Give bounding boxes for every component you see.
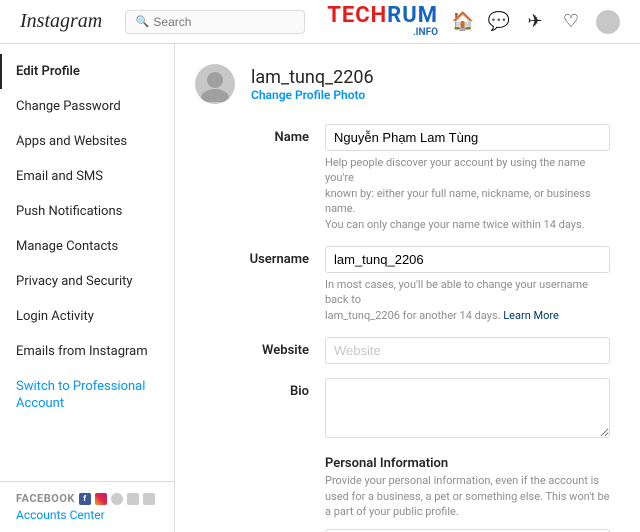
instagram-social-icon: [95, 493, 107, 505]
username-input[interactable]: [325, 246, 610, 273]
bio-input[interactable]: [325, 378, 610, 438]
personal-info-desc: Provide your personal information, even …: [325, 473, 610, 519]
change-photo-link[interactable]: Change Profile Photo: [251, 88, 374, 102]
personal-info-section: Personal Information Provide your person…: [195, 456, 610, 519]
accounts-center-link[interactable]: Accounts Center: [16, 508, 158, 522]
sidebar-item-emails-instagram[interactable]: Emails from Instagram: [0, 334, 174, 369]
bio-field-container: [325, 378, 610, 442]
techrum-brand: TECHRUM: [327, 5, 438, 27]
name-helper: Help people discover your account by usi…: [325, 155, 610, 232]
mail-social-icon: [143, 493, 155, 505]
name-label: Name: [195, 124, 325, 145]
compass-icon[interactable]: ✈: [524, 11, 546, 33]
username-label: Username: [195, 246, 325, 267]
search-bar[interactable]: 🔍: [125, 10, 305, 34]
sidebar: Edit Profile Change Password Apps and We…: [0, 44, 175, 532]
username-field-container: In most cases, you'll be able to change …: [325, 246, 610, 323]
techrum-info: .INFO: [327, 27, 438, 38]
profile-username: lam_tunq_2206: [251, 67, 374, 88]
sidebar-item-manage-contacts[interactable]: Manage Contacts: [0, 229, 174, 264]
content-area: lam_tunq_2206 Change Profile Photo Name …: [175, 44, 640, 532]
bio-label: Bio: [195, 378, 325, 399]
sidebar-item-email-sms[interactable]: Email and SMS: [0, 159, 174, 194]
header: Instagram 🔍 TECHRUM .INFO 🏠 💬 ✈ ♡: [0, 0, 640, 44]
username-row: Username In most cases, you'll be able t…: [195, 246, 610, 323]
facebook-section: FACEBOOK f Accounts Center: [0, 481, 174, 532]
search-input[interactable]: [153, 15, 293, 29]
name-field-container: Help people discover your account by usi…: [325, 124, 610, 232]
sidebar-item-login-activity[interactable]: Login Activity: [0, 299, 174, 334]
website-input[interactable]: [325, 337, 610, 364]
profile-header: lam_tunq_2206 Change Profile Photo: [195, 64, 610, 104]
sidebar-item-edit-profile[interactable]: Edit Profile: [0, 54, 174, 89]
main-layout: Edit Profile Change Password Apps and We…: [0, 44, 640, 532]
name-input[interactable]: [325, 124, 610, 151]
sidebar-item-push-notifications[interactable]: Push Notifications: [0, 194, 174, 229]
compass-social-icon: [111, 493, 123, 505]
avatar[interactable]: [195, 64, 235, 104]
sidebar-item-privacy-security[interactable]: Privacy and Security: [0, 264, 174, 299]
personal-info-title: Personal Information: [325, 456, 610, 471]
name-row: Name Help people discover your account b…: [195, 124, 610, 232]
facebook-icon: f: [79, 493, 91, 505]
header-icons: TECHRUM .INFO 🏠 💬 ✈ ♡: [327, 5, 620, 38]
search-icon: 🔍: [136, 15, 150, 28]
learn-more-link[interactable]: Learn More: [503, 309, 559, 322]
heart-icon[interactable]: ♡: [560, 11, 582, 33]
instagram-logo: Instagram: [20, 10, 102, 33]
profile-info: lam_tunq_2206 Change Profile Photo: [251, 67, 374, 102]
username-helper: In most cases, you'll be able to change …: [325, 277, 610, 323]
sidebar-item-switch-professional[interactable]: Switch to Professional Account: [0, 369, 174, 423]
heart-social-icon: [127, 493, 139, 505]
website-row: Website: [195, 337, 610, 364]
messenger-icon[interactable]: 💬: [488, 11, 510, 33]
bio-row: Bio: [195, 378, 610, 442]
sidebar-item-change-password[interactable]: Change Password: [0, 89, 174, 124]
website-label: Website: [195, 337, 325, 358]
profile-icon[interactable]: [596, 10, 620, 34]
facebook-label: FACEBOOK f: [16, 492, 158, 505]
sidebar-item-apps-websites[interactable]: Apps and Websites: [0, 124, 174, 159]
home-icon[interactable]: 🏠: [452, 11, 474, 33]
website-field-container: [325, 337, 610, 364]
